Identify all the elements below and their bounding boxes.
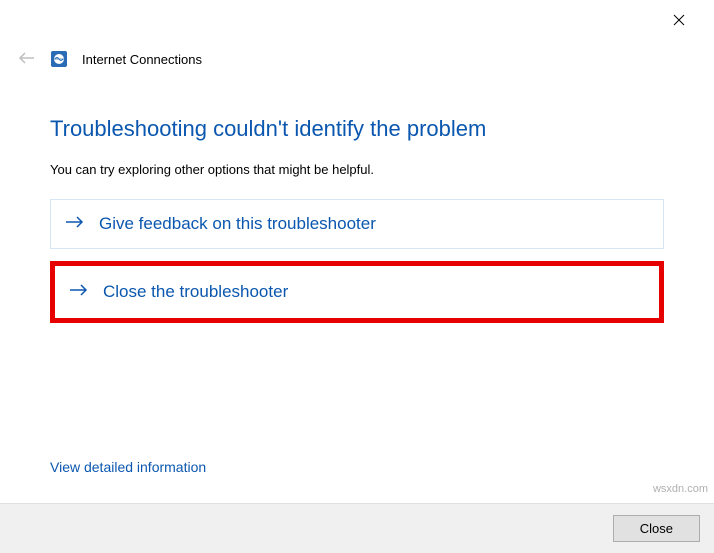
window-title: Internet Connections [82,52,202,67]
arrow-right-icon [65,214,85,234]
titlebar [0,0,714,40]
page-subtext: You can try exploring other options that… [50,162,664,177]
watermark: wsxdn.com [653,483,708,495]
view-detailed-information-link[interactable]: View detailed information [50,459,206,475]
close-icon[interactable] [656,4,702,36]
option-give-feedback[interactable]: Give feedback on this troubleshooter [50,199,664,249]
option-label: Close the troubleshooter [103,282,288,302]
header: Internet Connections [0,40,714,86]
back-arrow-icon [18,50,36,68]
footer: Close [0,503,714,553]
page-heading: Troubleshooting couldn't identify the pr… [50,116,664,142]
content-area: Troubleshooting couldn't identify the pr… [0,86,714,323]
option-close-troubleshooter[interactable]: Close the troubleshooter [50,261,664,323]
option-label: Give feedback on this troubleshooter [99,214,376,234]
internet-connections-icon [50,50,68,68]
close-button[interactable]: Close [613,515,700,542]
arrow-right-icon [69,282,89,302]
